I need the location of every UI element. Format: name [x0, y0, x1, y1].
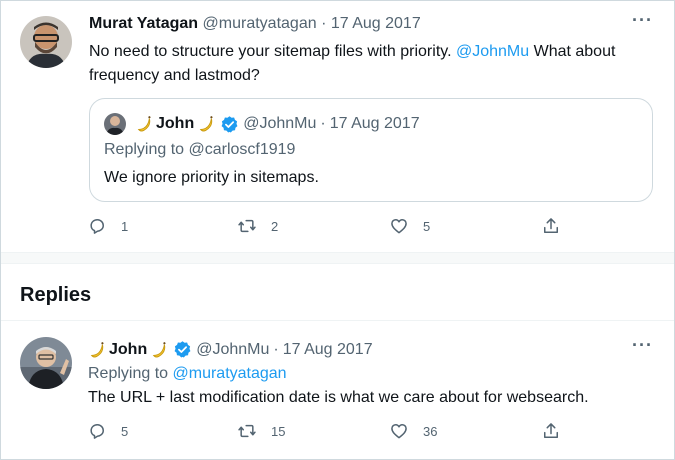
date-separator: ·: [320, 115, 326, 132]
section-divider: [1, 252, 674, 264]
like-count: 36: [423, 423, 438, 439]
banana-emoji-icon: [152, 341, 166, 357]
heart-icon: [391, 424, 407, 439]
main-tweet[interactable]: Murat Yatagan @muratyatagan · 17 Aug 201…: [0, 0, 675, 252]
date-separator: ·: [321, 15, 327, 32]
like-count: 5: [423, 218, 431, 234]
tweet-date[interactable]: 17 Aug 2017: [331, 15, 421, 32]
retweet-button[interactable]: 2: [237, 216, 278, 236]
reply-button[interactable]: 1: [87, 216, 128, 236]
heart-icon: [391, 219, 407, 234]
reply-count: 1: [121, 218, 129, 234]
author-name[interactable]: Murat Yatagan: [89, 15, 198, 32]
replying-to: Replying to @muratyatagan: [88, 365, 287, 383]
share-button[interactable]: [541, 216, 575, 236]
author-handle[interactable]: @muratyatagan: [203, 15, 317, 32]
like-button[interactable]: 36: [389, 421, 437, 441]
reply-icon: [90, 219, 104, 234]
more-options-icon[interactable]: ···: [632, 10, 653, 31]
quoted-tweet-text: We ignore priority in sitemaps.: [104, 169, 319, 186]
tweet-text: The URL + last modification date is what…: [88, 389, 589, 406]
reply-count: 5: [121, 423, 129, 439]
avatar[interactable]: [20, 16, 72, 68]
avatar[interactable]: [20, 337, 72, 389]
retweet-count: 15: [271, 423, 286, 439]
tweet-header: Murat Yatagan @muratyatagan · 17 Aug 201…: [89, 15, 421, 33]
quoted-replying-to: Replying to @carloscf1919: [104, 141, 296, 158]
tweet-header: John @JohnMu · 17 Aug 2017: [88, 340, 373, 359]
verified-badge-icon: [174, 341, 191, 358]
author-name[interactable]: John: [109, 341, 147, 359]
reply-button[interactable]: 5: [87, 421, 128, 441]
author-handle[interactable]: @JohnMu: [196, 341, 269, 359]
retweet-button[interactable]: 15: [237, 421, 285, 441]
quoted-tweet-date: 17 Aug 2017: [329, 115, 420, 132]
retweet-icon: [238, 424, 256, 438]
tweet-text: No need to structure your sitemap files …: [89, 40, 649, 88]
tweet-text-part: No need to structure your sitemap files …: [89, 43, 456, 60]
replies-heading: Replies: [20, 284, 92, 306]
reply-icon: [90, 424, 104, 439]
date-separator: ·: [273, 340, 279, 358]
avatar-john-image: [104, 113, 126, 135]
quoted-author-handle: @JohnMu: [243, 115, 317, 132]
share-icon: [544, 218, 558, 233]
mention-link[interactable]: @muratyatagan: [173, 365, 287, 382]
share-icon: [544, 423, 558, 438]
share-button[interactable]: [541, 421, 575, 441]
quoted-author-name: John: [156, 115, 195, 132]
replying-to-label: Replying to: [88, 365, 173, 382]
banana-emoji-icon: [199, 115, 213, 132]
tweet-actions: 1 2 5: [87, 216, 567, 240]
verified-badge-icon: [221, 115, 238, 132]
retweet-icon: [238, 219, 256, 233]
banana-emoji-icon: [90, 341, 104, 357]
more-options-icon[interactable]: ···: [632, 335, 653, 356]
avatar: [104, 113, 126, 135]
retweet-count: 2: [271, 218, 279, 234]
banana-emoji-icon: [137, 115, 151, 132]
tweet-actions: 5 15 36: [87, 421, 567, 445]
mention-link[interactable]: @JohnMu: [456, 43, 529, 60]
like-button[interactable]: 5: [389, 216, 430, 236]
avatar-murat-image: [20, 16, 72, 68]
reply-tweet[interactable]: John @JohnMu · 17 Aug 2017 ··· Replying …: [0, 321, 675, 460]
avatar-john-image: [20, 337, 72, 389]
tweet-date[interactable]: 17 Aug 2017: [283, 341, 373, 359]
quoted-tweet-header: John @JohnMu · 17 Aug 2017: [104, 113, 420, 135]
quoted-tweet[interactable]: John @JohnMu · 17 Aug 2017 Replying to @…: [89, 98, 653, 202]
